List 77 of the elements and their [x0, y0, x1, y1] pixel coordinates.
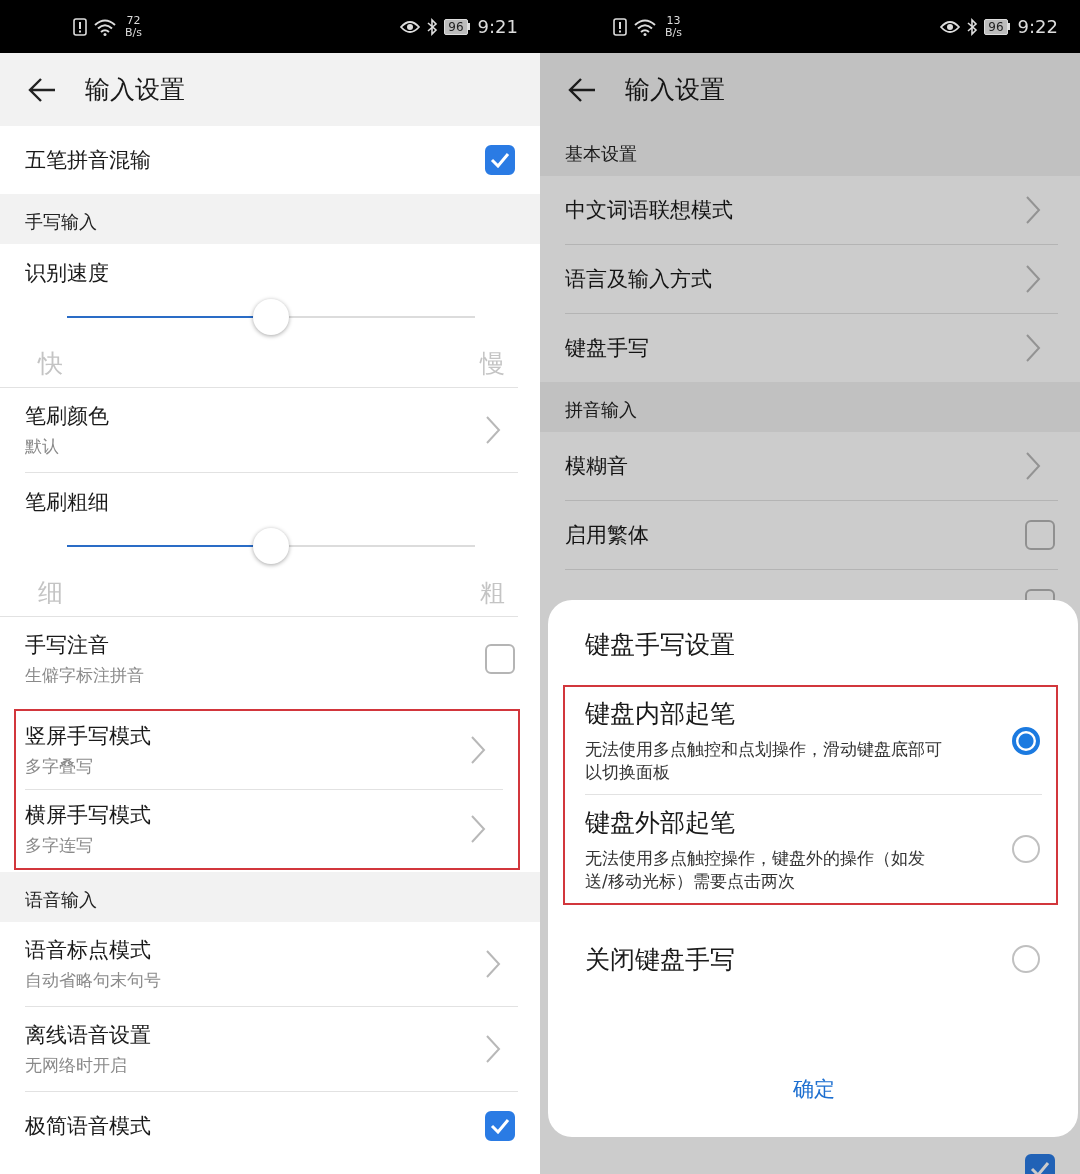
- setting-title: 笔刷颜色: [25, 403, 109, 430]
- radio-button[interactable]: [1012, 945, 1040, 973]
- back-arrow-icon[interactable]: [567, 76, 597, 103]
- setting-title: 识别速度: [25, 260, 110, 287]
- network-speed: 13: [666, 14, 681, 27]
- chevron-icon[interactable]: [1025, 451, 1041, 481]
- wifi-icon: [93, 17, 117, 36]
- setting-title: 模糊音: [565, 453, 628, 480]
- setting-subtitle: 多字叠写: [25, 755, 94, 778]
- clock: 9:21: [477, 16, 518, 37]
- slider-thumb[interactable]: [253, 299, 289, 335]
- slider-max-label: 粗: [480, 577, 505, 609]
- setting-title: 五笔拼音混输: [25, 147, 151, 174]
- battery-indicator: 96: [444, 18, 468, 35]
- option-label: 键盘外部起笔: [585, 806, 736, 839]
- sim-alert-icon: [613, 17, 627, 36]
- chevron-icon[interactable]: [485, 1034, 501, 1064]
- check-icon: [1030, 1161, 1050, 1174]
- checkbox[interactable]: [1025, 520, 1055, 550]
- option-description: 无法使用多点触控操作，键盘外的操作（如发送/移动光标）需要点击两次: [585, 846, 926, 893]
- bluetooth-icon: [426, 17, 439, 36]
- setting-title: 笔刷粗细: [25, 489, 110, 516]
- checkbox[interactable]: [485, 145, 515, 175]
- setting-subtitle: 默认: [25, 435, 60, 458]
- back-arrow-icon[interactable]: [27, 76, 57, 103]
- battery-indicator: 96: [984, 18, 1008, 35]
- page-title: 输入设置: [85, 74, 185, 106]
- setting-title: 离线语音设置: [25, 1022, 151, 1049]
- check-icon: [490, 1118, 510, 1134]
- checkbox[interactable]: [485, 644, 515, 674]
- chevron-icon[interactable]: [1025, 333, 1041, 363]
- chevron-icon[interactable]: [1025, 264, 1041, 294]
- setting-subtitle: 生僻字标注拼音: [25, 664, 144, 687]
- setting-title: 语音标点模式: [25, 937, 152, 964]
- setting-title: 竖屏手写模式: [25, 723, 151, 750]
- section-header: 手写输入: [0, 194, 540, 244]
- radio-button[interactable]: [1012, 835, 1040, 863]
- speed-unit: B/s: [665, 26, 682, 39]
- slider-max-label: 慢: [480, 348, 505, 380]
- clock: 9:22: [1017, 16, 1058, 37]
- setting-title: 键盘手写: [565, 335, 649, 362]
- option-label: 键盘内部起笔: [585, 698, 736, 730]
- setting-title: 横屏手写模式: [25, 802, 151, 829]
- wifi-icon: [633, 17, 657, 36]
- chevron-icon[interactable]: [1025, 195, 1041, 225]
- chevron-icon[interactable]: [470, 814, 486, 844]
- radio-button[interactable]: [1012, 726, 1040, 755]
- setting-title: 中文词语联想模式: [565, 197, 733, 224]
- setting-subtitle: 多字连写: [25, 834, 94, 857]
- network-speed: 72: [126, 14, 141, 27]
- section-header: 拼音输入: [540, 382, 1080, 432]
- slider-min-label: 快: [38, 348, 63, 380]
- setting-title: 语言及输入方式: [565, 266, 712, 293]
- eye-icon: [400, 19, 421, 34]
- section-header: 基本设置: [540, 126, 1080, 176]
- setting-title: 启用繁体: [565, 522, 649, 549]
- sim-alert-icon: [73, 17, 87, 36]
- setting-title: 手写注音: [25, 632, 110, 659]
- option-description: 无法使用多点触控和点划操作，滑动键盘底部可以切换面板: [585, 738, 943, 784]
- option-label: 关闭键盘手写: [585, 943, 735, 976]
- dialog-title: 键盘手写设置: [585, 629, 736, 661]
- speed-unit: B/s: [125, 26, 142, 39]
- page-title: 输入设置: [625, 74, 725, 106]
- chevron-icon[interactable]: [485, 949, 501, 979]
- bluetooth-icon: [966, 17, 979, 36]
- setting-subtitle: 无网络时开启: [25, 1054, 128, 1077]
- chevron-icon[interactable]: [485, 415, 501, 445]
- slider-thumb[interactable]: [253, 528, 289, 564]
- chevron-icon[interactable]: [470, 735, 486, 765]
- confirm-button[interactable]: 确定: [772, 1069, 855, 1109]
- checkbox[interactable]: [485, 1111, 515, 1141]
- eye-icon: [940, 19, 961, 34]
- section-header: 语音输入: [0, 872, 540, 922]
- setting-title: 极简语音模式: [25, 1113, 151, 1140]
- slider-min-label: 细: [38, 577, 63, 609]
- setting-subtitle: 自动省略句末句号: [25, 969, 161, 992]
- check-icon: [490, 152, 510, 168]
